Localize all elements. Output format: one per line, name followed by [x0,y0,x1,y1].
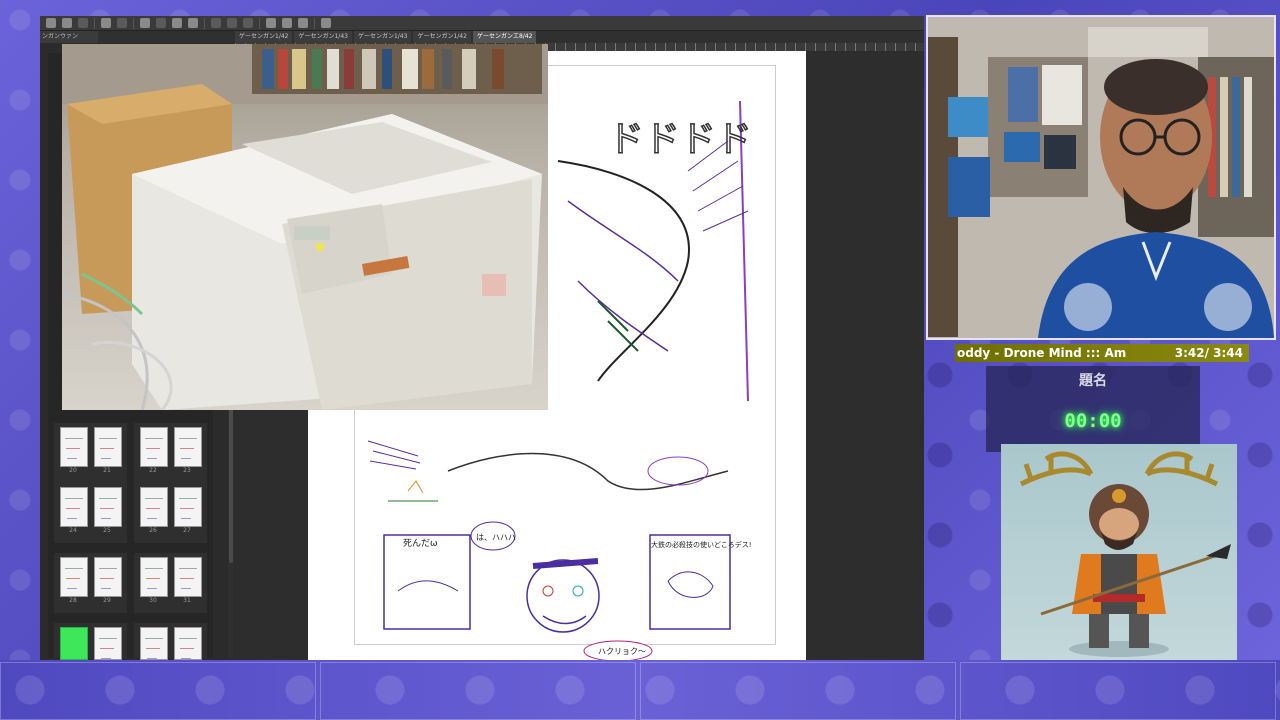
pencil-icon[interactable] [298,18,308,28]
toolbar-divider [314,17,315,29]
page-spread[interactable] [134,623,207,660]
page-thumbnail[interactable] [174,627,202,660]
page-number: 20 [69,467,77,474]
speech-balloon-1: 死んだω [403,538,438,549]
toolbar-divider [204,17,205,29]
streamer-photo [928,17,1274,338]
page-number: 26 [149,527,157,534]
page-spread[interactable]: 20 21 [54,423,127,483]
page-number: 31 [183,597,191,604]
speech-balloon-2: は、ハハハ [476,533,516,542]
document-tab-bar: ンガンウァン ゲーセンガン1/42 ゲーセンガン1/43 ゲーセンガン1/43 … [40,31,924,43]
page-thumbnail[interactable] [94,557,122,597]
speech-balloon-3: 大鉄の必殺技の使いどころデス! [651,540,752,549]
transform-icon[interactable] [188,18,198,28]
now-playing-time: 3:42/ 3:44 [1174,346,1243,360]
settings-icon[interactable] [140,18,150,28]
page-spread[interactable]: 24 25 [54,483,127,543]
overlay-bottom-cell [0,662,316,720]
clear-icon[interactable] [156,18,166,28]
streamer-webcam-feed [926,15,1276,340]
page-spread[interactable]: 30 31 [134,553,207,613]
ruler-icon[interactable] [266,18,276,28]
invert-selection-icon[interactable] [227,18,237,28]
timer-value: 00:00 [1064,410,1122,432]
toolbar-divider [259,17,260,29]
page-number: 21 [103,467,111,474]
timer-title: 題名 [1079,373,1107,389]
page-thumbnail[interactable] [174,427,202,467]
toolbar-divider [94,17,95,29]
now-playing-bar: oddy - Drone Mind ::: Am 3:42/ 3:44 [955,344,1249,362]
page-thumbnail[interactable] [174,557,202,597]
document-tab[interactable]: ゲーセンガン1/42 [235,31,293,43]
printer-photo [62,44,548,410]
printer-webcam-feed [62,44,548,410]
toolbar-divider [133,17,134,29]
fill-icon[interactable] [172,18,182,28]
page-number: 30 [149,597,157,604]
page-thumbnail[interactable] [94,427,122,467]
page-manager-tab[interactable]: ンガンウァン [40,31,98,43]
page-number: 27 [183,527,191,534]
page-thumbnail[interactable] [140,627,168,660]
caption-text: ハクリョク〜 [598,647,646,656]
redo-icon[interactable] [117,18,127,28]
document-tab[interactable]: ゲーセンガン1/43 [294,31,352,43]
undo-icon[interactable] [101,18,111,28]
page-number: 25 [103,527,111,534]
page-thumbnail[interactable] [60,487,88,527]
page-thumbnail-selected[interactable] [60,627,88,660]
page-spread[interactable]: 22 23 [134,423,207,483]
page-thumbnail[interactable] [60,427,88,467]
page-thumbnail[interactable] [140,487,168,527]
page-thumbnail[interactable] [140,557,168,597]
deselect-icon[interactable] [211,18,221,28]
overlay-bottom-cell [320,662,636,720]
lasso-icon[interactable] [321,18,331,28]
new-file-icon[interactable] [46,18,56,28]
now-playing-track: oddy - Drone Mind ::: Am [957,346,1127,360]
page-spread[interactable]: 28 29 [54,553,127,613]
page-number: 29 [103,597,111,604]
page-number: 23 [183,467,191,474]
page-thumbnail[interactable] [60,557,88,597]
page-thumbnail[interactable] [140,427,168,467]
save-icon[interactable] [78,18,88,28]
document-tab[interactable]: ゲーセンガン1/42 [413,31,471,43]
deer-warrior-illustration [1019,451,1231,657]
overlay-bottom-cell [640,662,956,720]
page-thumbnail[interactable] [94,487,122,527]
page-number: 24 [69,527,77,534]
document-tab-active[interactable]: ゲーセンガンエ8/42 [472,31,537,43]
page-number: 22 [149,467,157,474]
command-bar [40,16,924,31]
character-illustration [1001,444,1237,660]
overlay-bottom-cell [960,662,1276,720]
page-number: 28 [69,597,77,604]
page-thumbnail[interactable] [94,627,122,660]
page-spread[interactable]: 26 27 [134,483,207,543]
open-file-icon[interactable] [62,18,72,28]
timer-panel: 題名 00:00 [986,366,1200,452]
page-spread[interactable] [54,623,127,660]
sfx-text: ドドドド [608,119,752,160]
crop-icon[interactable] [243,18,253,28]
pen-icon[interactable] [282,18,292,28]
page-thumbnail[interactable] [174,487,202,527]
document-tab[interactable]: ゲーセンガン1/43 [353,31,412,43]
